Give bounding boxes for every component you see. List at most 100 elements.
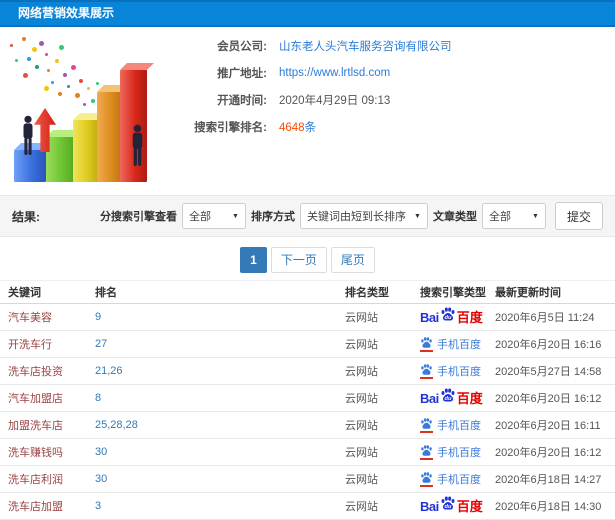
table-header-cell: 排名类型 [345, 287, 389, 299]
rank-link[interactable]: 8 [95, 392, 345, 404]
confetti-dot [51, 81, 54, 84]
engine-type-cell: Bai du 百度 [420, 388, 495, 407]
baidu-paw-icon: du [440, 306, 456, 324]
mobile-baidu-label: 手机百度 [437, 366, 481, 378]
confetti-dot [44, 86, 49, 91]
businessman-icon [132, 124, 143, 166]
baidu-paw-icon: du [440, 495, 456, 513]
article-type-label: 文章类型 [432, 211, 477, 223]
businessman-icon [23, 115, 33, 155]
rank-link[interactable]: 27 [95, 338, 345, 350]
confetti-dot [23, 73, 28, 78]
confetti-dot [91, 99, 95, 103]
mobile-baidu-label: 手机百度 [437, 474, 481, 486]
table-row: 洗车店利润 30 云网站 手机百度 2020年6月18日 14:27 [0, 466, 615, 493]
update-time-cell: 2020年6月20日 16:12 [495, 393, 602, 405]
update-time-cell: 2020年5月27日 14:58 [495, 366, 602, 378]
info-value: 2020年4月29日 09:13 [279, 95, 391, 107]
ranking-table: 关键词 排名 排名类型 搜索引擎类型 最新更新时间 汽车美容 9 云网站 Bai du 百度 202… [0, 280, 615, 520]
baidu-logo-bai-text: Bai [420, 309, 439, 325]
engine-type-cell: 手机百度 [420, 336, 495, 352]
rank-type-cell: 云网站 [345, 393, 378, 405]
confetti-dot [59, 45, 64, 50]
table-row: 加盟洗车店 25,28,28 云网站 手机百度 2020年6月20日 16:11 [0, 412, 615, 439]
engine-filter-value: 全部 [188, 211, 211, 223]
sort-filter-select[interactable]: 关键词由短到长排序 ▼ [299, 203, 428, 229]
engine-type-cell: Bai du 百度 [420, 495, 495, 515]
engine-type-cell: Bai du 百度 [420, 306, 495, 326]
confetti-dot [71, 65, 76, 70]
result-label: 结果: [12, 209, 40, 224]
engine-type-cell: 手机百度 [420, 444, 495, 460]
table-row: 汽车加盟店 8 云网站 Bai du 百度 2020年6月20日 16:12 [0, 385, 615, 412]
clipart-bar-green [46, 137, 76, 182]
update-time-cell: 2020年6月20日 16:11 [495, 420, 601, 432]
sort-filter-label: 排序方式 [250, 211, 295, 223]
keyword-cell: 洗车店利润 [8, 474, 63, 486]
mobile-baidu-paw-icon [420, 336, 433, 352]
confetti-dot [55, 59, 59, 63]
engine-filter-label: 分搜索引擎查看 [99, 211, 177, 223]
table-header-cell: 搜索引擎类型 [420, 287, 486, 299]
table-row: 汽车美容 9 云网站 Bai du 百度 2020年6月5日 11:24 [0, 304, 615, 331]
confetti-dot [39, 41, 44, 46]
rank-link[interactable]: 3 [95, 500, 345, 512]
rank-link[interactable]: 30 [95, 473, 345, 485]
info-row: 推广地址: https://www.lrtlsd.com [183, 65, 607, 81]
confetti-dot [63, 73, 67, 77]
mobile-baidu-paw-icon [420, 417, 433, 433]
filter-controls: 分搜索引擎查看 全部 ▼ 排序方式 关键词由短到长排序 ▼ 文章类型 全部 ▼ … [100, 202, 603, 230]
keyword-cell: 开洗车行 [8, 339, 52, 351]
keyword-cell: 汽车美容 [8, 312, 52, 324]
article-type-select[interactable]: 全部 ▼ [481, 203, 546, 229]
info-row: 开通时间: 2020年4月29日 09:13 [183, 92, 607, 108]
baidu-logo-cn-text: 百度 [456, 309, 483, 325]
baidu-logo-icon: Bai du 百度 [420, 495, 483, 515]
info-label: 会员公司: [217, 41, 267, 53]
page-title: 网络营销效果展示 [0, 0, 615, 27]
article-type-value: 全部 [488, 211, 511, 223]
rank-type-cell: 云网站 [345, 420, 378, 432]
confetti-dot [10, 44, 13, 47]
keyword-cell: 洗车赚钱吗 [8, 447, 63, 459]
info-value[interactable]: 山东老人头汽车服务咨询有限公司 [279, 38, 452, 54]
engine-type-cell: 手机百度 [420, 363, 495, 379]
confetti-dot [83, 103, 86, 106]
confetti-dot [96, 82, 99, 85]
mobile-baidu-icon: 手机百度 [420, 336, 481, 352]
table-row: 洗车店加盟 3 云网站 Bai du 百度 2020年6月18日 14:30 [0, 493, 615, 520]
caret-down-icon: ▼ [414, 212, 421, 220]
rank-link[interactable]: 9 [95, 311, 345, 323]
info-value[interactable]: https://www.lrtlsd.com [279, 67, 390, 79]
table-header-row: 关键词 排名 排名类型 搜索引擎类型 最新更新时间 [0, 280, 615, 304]
baidu-logo-bai-text: Bai [420, 498, 439, 514]
info-label: 推广地址: [217, 68, 267, 80]
confetti-dot [27, 57, 31, 61]
baidu-logo-cn-text: 百度 [456, 390, 483, 406]
update-time-cell: 2020年6月20日 16:12 [495, 447, 602, 459]
rank-link[interactable]: 21,26 [95, 365, 345, 377]
confetti-dot [32, 47, 37, 52]
table-row: 开洗车行 27 云网站 手机百度 2020年6月20日 16:16 [0, 331, 615, 358]
engine-filter-select[interactable]: 全部 ▼ [181, 203, 246, 229]
update-time-cell: 2020年6月18日 14:27 [495, 474, 602, 486]
rank-link[interactable]: 30 [95, 446, 345, 458]
mobile-baidu-label: 手机百度 [437, 447, 481, 459]
last-page-button[interactable]: 尾页 [330, 247, 375, 273]
baidu-logo-icon: Bai du 百度 [420, 306, 483, 326]
info-label: 搜索引擎排名: [194, 122, 267, 134]
filter-bar: 结果: 分搜索引擎查看 全部 ▼ 排序方式 关键词由短到长排序 ▼ 文章类型 全… [0, 195, 615, 237]
mobile-baidu-label: 手机百度 [437, 420, 481, 432]
rank-link[interactable]: 25,28,28 [95, 419, 345, 431]
mobile-baidu-icon: 手机百度 [420, 417, 481, 433]
baidu-logo-bai-text: Bai [420, 390, 439, 406]
rank-type-cell: 云网站 [345, 339, 378, 351]
submit-button[interactable]: 提交 [554, 202, 603, 230]
table-row: 洗车赚钱吗 30 云网站 手机百度 2020年6月20日 16:12 [0, 439, 615, 466]
page-button-current[interactable]: 1 [240, 247, 267, 273]
next-page-button[interactable]: 下一页 [270, 247, 327, 273]
svg-text:du: du [444, 396, 451, 402]
mobile-baidu-paw-icon [420, 444, 433, 460]
mobile-baidu-icon: 手机百度 [420, 444, 481, 460]
clipart-bar-yellow [73, 120, 100, 182]
